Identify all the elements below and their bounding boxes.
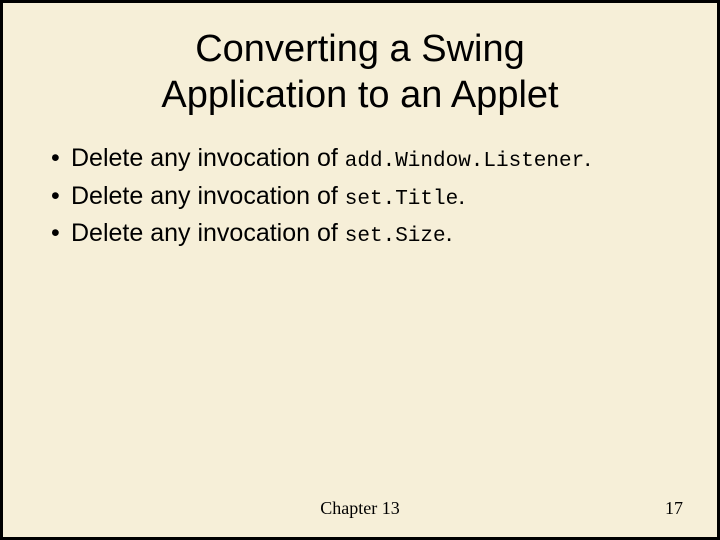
code-text: set.Size: [345, 225, 446, 248]
bullet-list: •Delete any invocation of add.Window.Lis…: [3, 142, 717, 251]
bullet-icon: •: [51, 142, 71, 176]
bullet-suffix: .: [584, 144, 591, 172]
bullet-icon: •: [51, 217, 71, 251]
code-text: add.Window.Listener: [345, 150, 584, 173]
bullet-text: Delete any invocation of: [71, 219, 345, 247]
bullet-text: Delete any invocation of: [71, 144, 345, 172]
footer-chapter: Chapter 13: [3, 498, 717, 519]
code-text: set.Title: [345, 188, 458, 211]
bullet-text: Delete any invocation of: [71, 182, 345, 210]
list-item: •Delete any invocation of add.Window.Lis…: [51, 142, 717, 176]
bullet-suffix: .: [458, 182, 465, 210]
footer-page: 17: [665, 498, 683, 519]
list-item: •Delete any invocation of set.Title.: [51, 180, 717, 214]
title-line-1: Converting a Swing: [195, 28, 525, 70]
title-line-2: Application to an Applet: [161, 74, 558, 116]
bullet-icon: •: [51, 180, 71, 214]
list-item: •Delete any invocation of set.Size.: [51, 217, 717, 251]
bullet-suffix: .: [446, 219, 453, 247]
slide-title: Converting a Swing Application to an App…: [3, 27, 717, 118]
slide: Converting a Swing Application to an App…: [0, 0, 720, 540]
